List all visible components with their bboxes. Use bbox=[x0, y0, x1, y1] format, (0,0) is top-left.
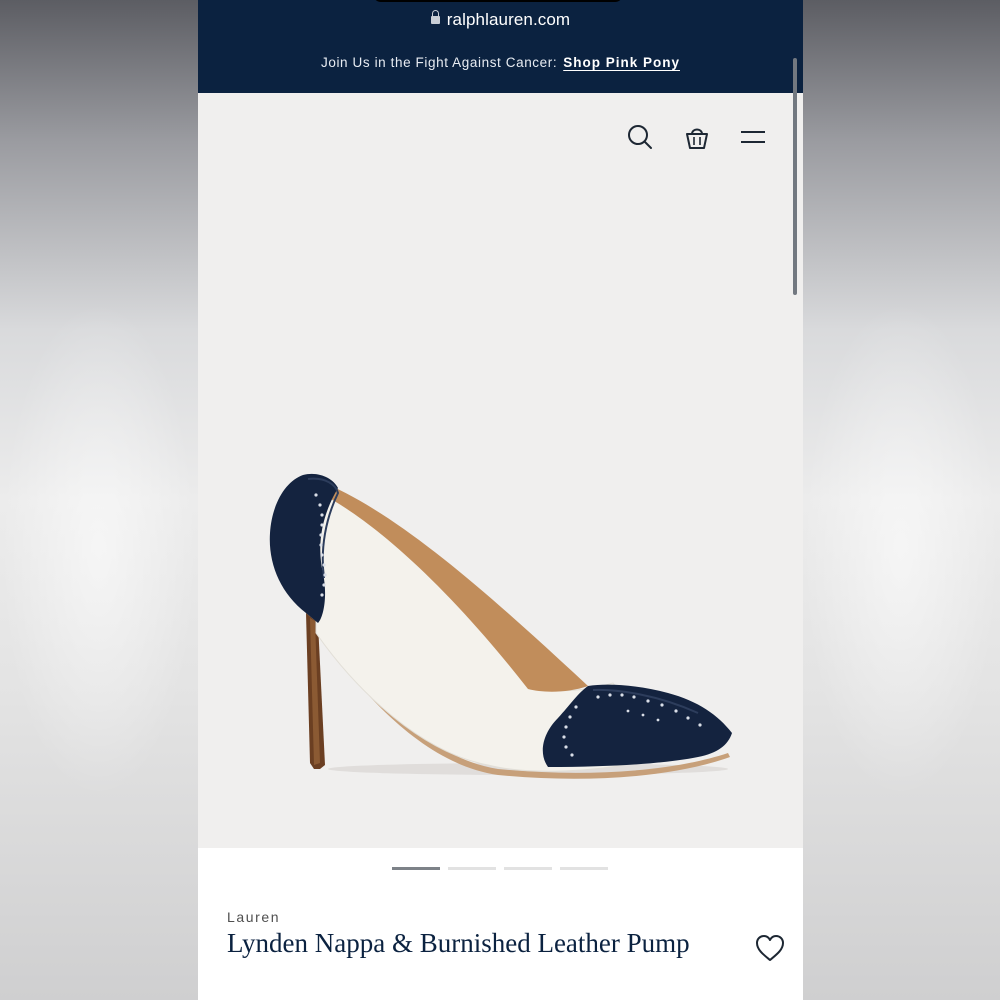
menu-icon[interactable] bbox=[738, 122, 770, 154]
promo-text: Join Us in the Fight Against Cancer: bbox=[321, 55, 558, 70]
product-title: Lynden Nappa & Burnished Leather Pump bbox=[227, 928, 690, 958]
product-details: Lauren Lynden Nappa & Burnished Leather … bbox=[198, 848, 803, 1000]
heart-icon[interactable] bbox=[754, 933, 786, 963]
product-image-area[interactable] bbox=[198, 93, 803, 848]
product-brand[interactable]: Lauren bbox=[227, 909, 280, 925]
address-bar[interactable]: ralphlauren.com bbox=[198, 10, 803, 30]
gallery-pagination bbox=[392, 867, 612, 870]
top-bar: ralphlauren.com Join Us in the Fight Aga… bbox=[198, 0, 803, 93]
search-icon[interactable] bbox=[624, 122, 656, 154]
header-actions bbox=[198, 122, 803, 158]
url-text: ralphlauren.com bbox=[446, 10, 571, 29]
scrollbar[interactable] bbox=[793, 58, 797, 295]
backdrop-left bbox=[0, 300, 198, 800]
pagination-dot[interactable] bbox=[448, 867, 496, 870]
device-notch bbox=[373, 0, 623, 2]
phone-screen: ralphlauren.com Join Us in the Fight Aga… bbox=[198, 0, 803, 1000]
backdrop-right bbox=[802, 300, 1000, 800]
shopping-bag-icon[interactable] bbox=[681, 122, 713, 154]
pump-shoe-image bbox=[269, 473, 732, 779]
shop-pink-pony-link[interactable]: Shop Pink Pony bbox=[563, 55, 680, 70]
lock-icon bbox=[430, 10, 440, 24]
pagination-dot[interactable] bbox=[504, 867, 552, 870]
pagination-dot[interactable] bbox=[392, 867, 440, 870]
promo-banner: Join Us in the Fight Against Cancer: Shop… bbox=[198, 55, 803, 70]
pagination-dot[interactable] bbox=[560, 867, 608, 870]
